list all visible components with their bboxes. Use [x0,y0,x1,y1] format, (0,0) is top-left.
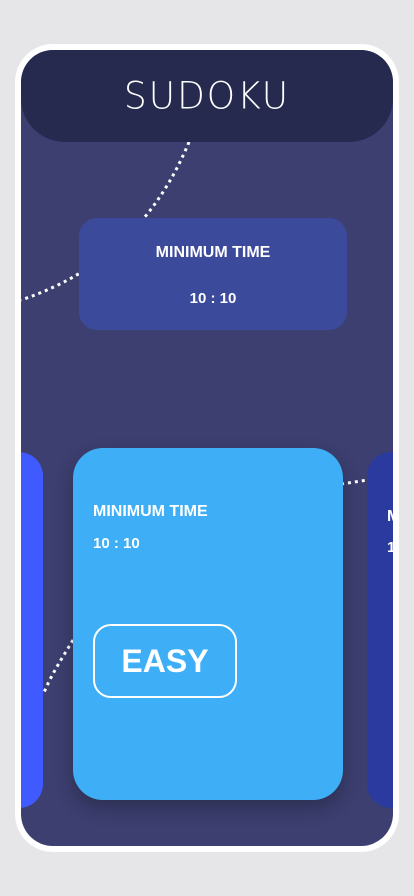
level-card-left[interactable] [21,452,43,808]
app-header: SUDOKU [21,50,393,142]
min-time-label: MINIMUM TIME [155,244,271,261]
app-title: SUDOKU [123,74,291,118]
min-time-value: 10 : 10 [189,290,237,307]
min-time-value: 10 : 10 [93,535,140,552]
app-screen: SUDOKU MINIMUM TIME 10 : 10 M 1 MINIMUM … [21,50,393,846]
level-card-top[interactable]: MINIMUM TIME 10 : 10 [79,218,347,330]
level-card-right[interactable]: M 1 [367,452,393,808]
min-time-value: 1 [387,539,393,556]
level-card-easy[interactable]: MINIMUM TIME 10 : 10 EASY [73,448,343,800]
min-time-label: M [387,508,393,526]
min-time-label: MINIMUM TIME [93,503,208,520]
easy-button[interactable]: EASY [93,624,237,698]
